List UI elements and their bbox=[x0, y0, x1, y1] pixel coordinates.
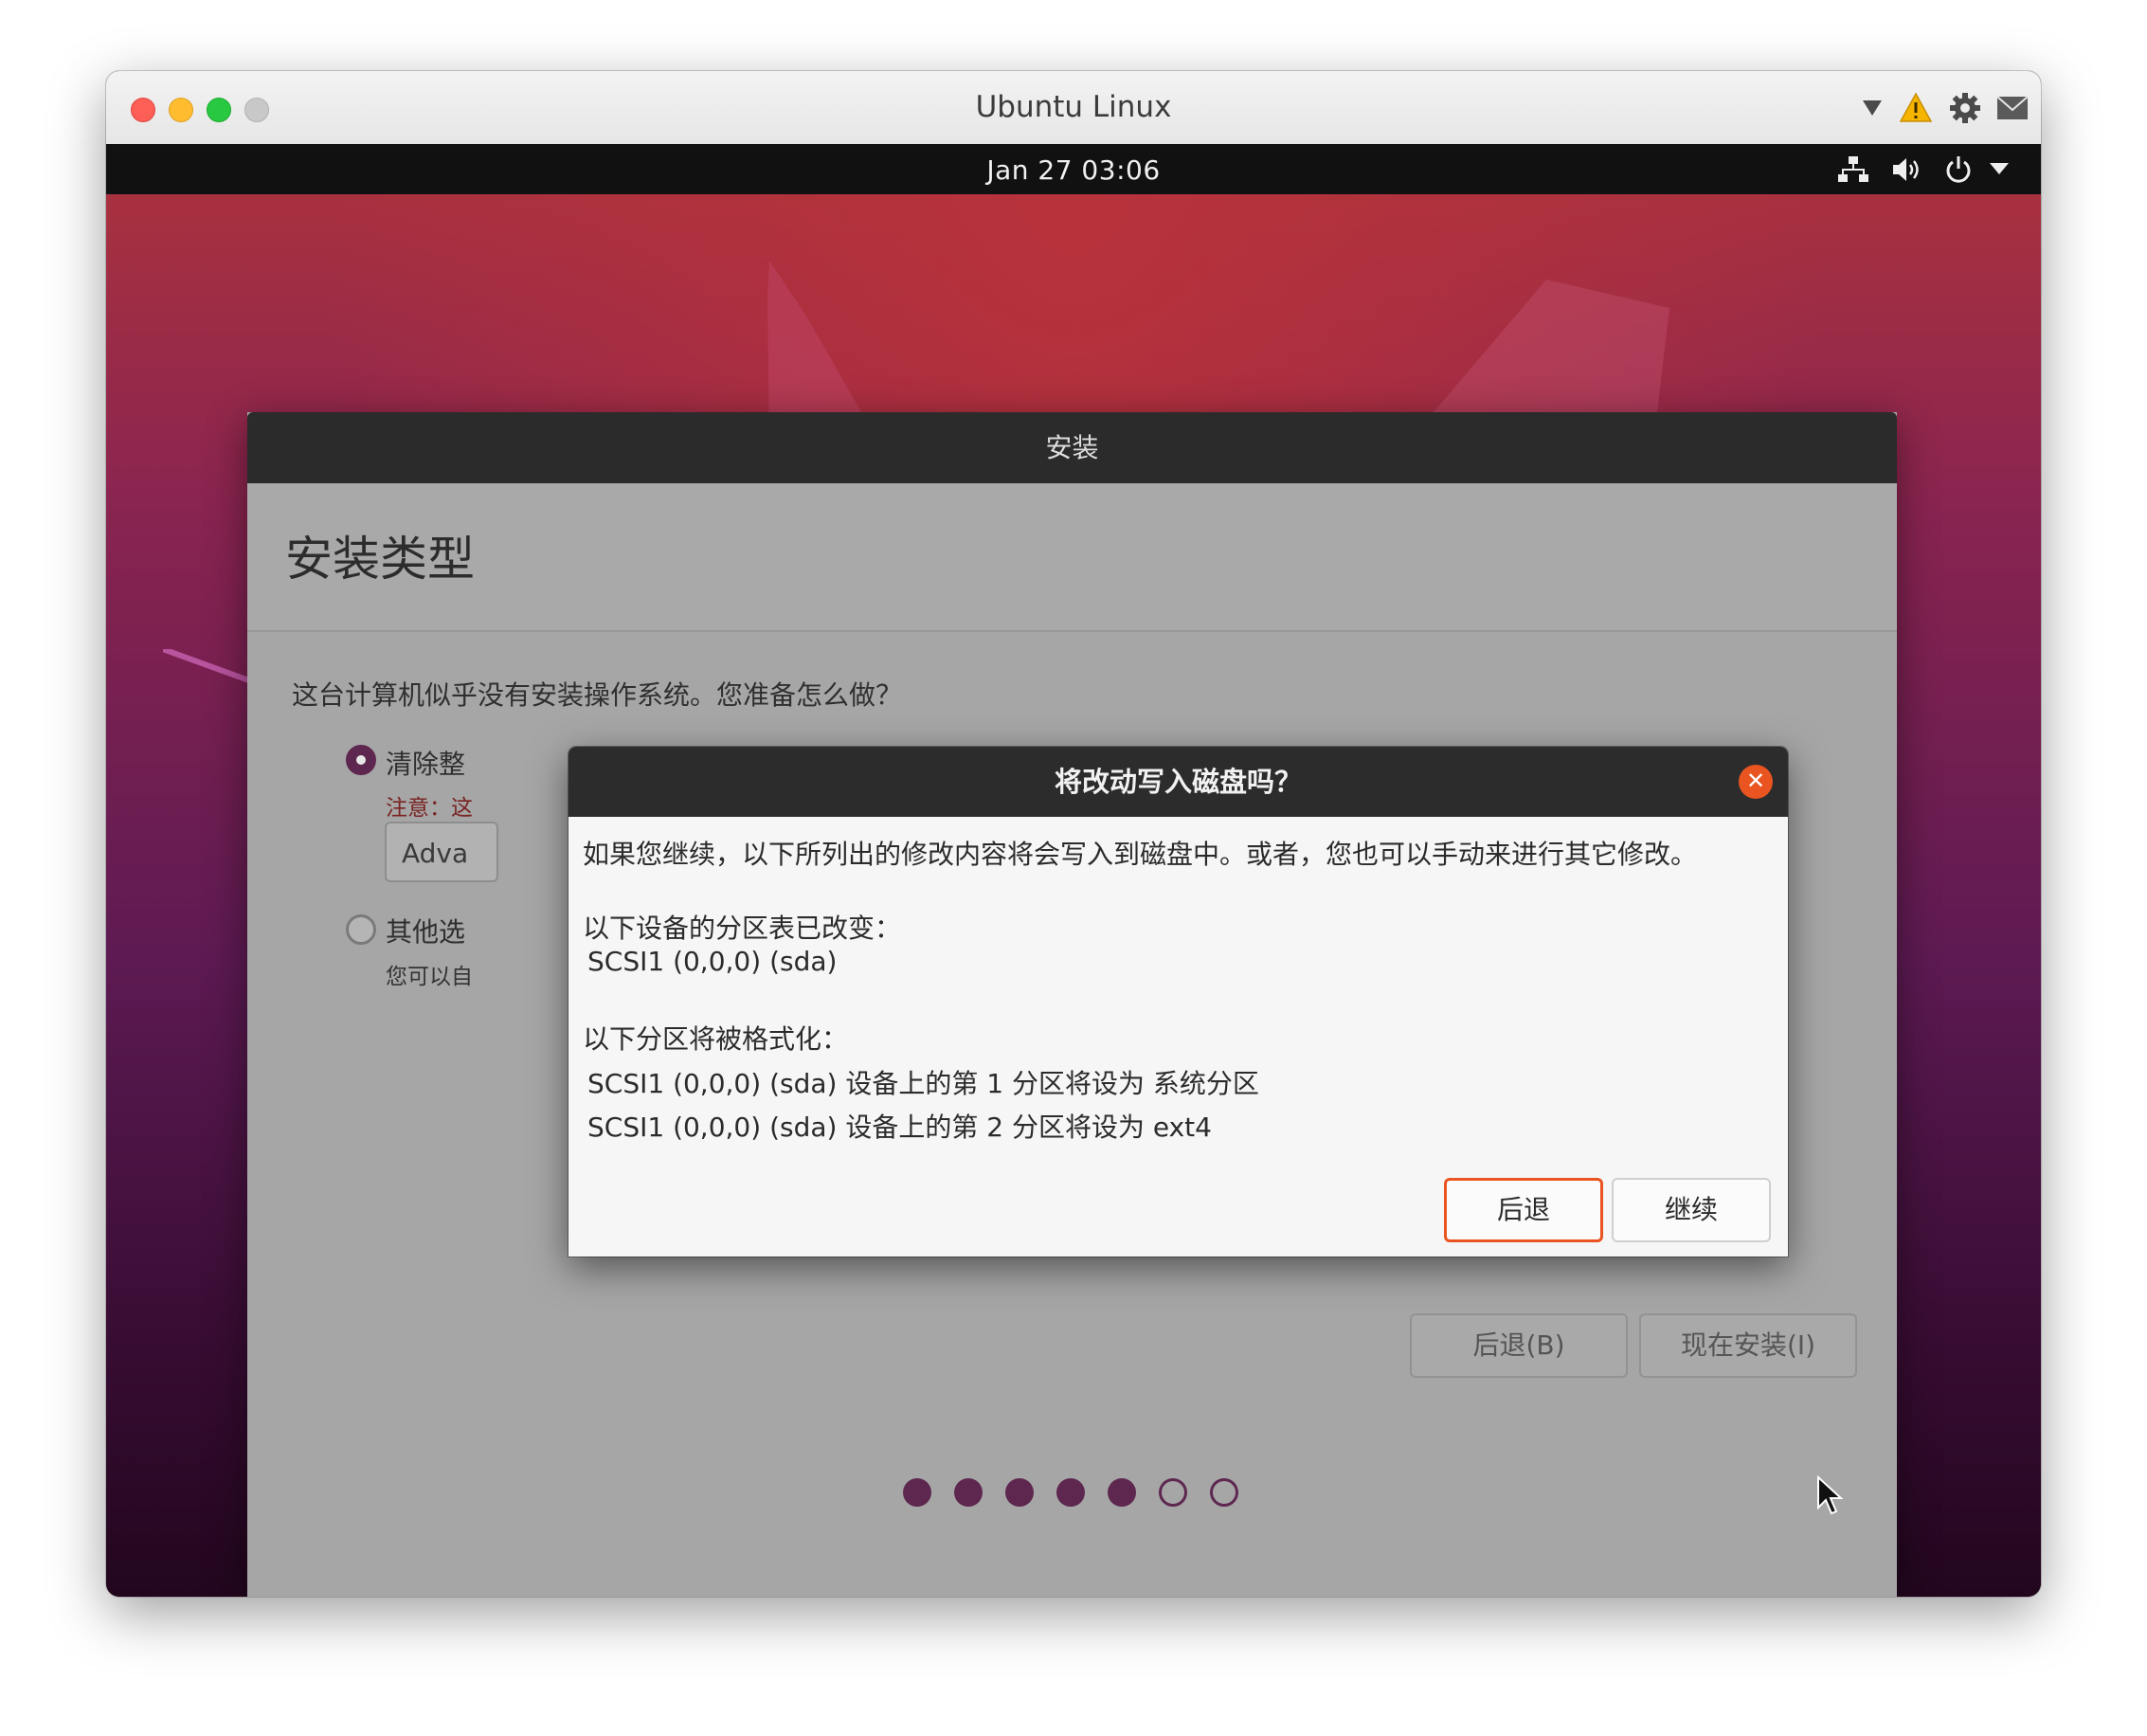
dialog-title: 将改动写入磁盘吗？ bbox=[568, 747, 1788, 817]
vm-window: Ubuntu Linux Jan 27 03:06 安装 安装类型 这台计算机似… bbox=[106, 71, 2041, 1597]
close-icon: ✕ bbox=[1745, 768, 1766, 794]
installer-header: 安装 bbox=[247, 412, 1897, 483]
progress-dot-completed bbox=[903, 1478, 931, 1507]
progress-dot-completed bbox=[1056, 1478, 1085, 1507]
advanced-features-button[interactable]: Adva bbox=[385, 822, 498, 882]
mail-icon[interactable] bbox=[1996, 96, 2029, 120]
chevron-down-icon[interactable] bbox=[1990, 163, 2009, 176]
dropdown-arrow-icon[interactable] bbox=[1862, 99, 1883, 117]
radio-something-else[interactable] bbox=[346, 914, 376, 945]
install-now-button[interactable]: 现在安装(I) bbox=[1639, 1313, 1857, 1378]
progress-dot-completed bbox=[1108, 1478, 1136, 1507]
clock[interactable]: Jan 27 03:06 bbox=[106, 154, 2041, 186]
dialog-continue-button[interactable]: 继续 bbox=[1612, 1178, 1771, 1242]
mouse-cursor-icon bbox=[1817, 1475, 1844, 1515]
option-erase-disk-label[interactable]: 清除整 bbox=[386, 744, 465, 782]
progress-dot-completed bbox=[1005, 1478, 1034, 1507]
option-something-else-label[interactable]: 其他选 bbox=[386, 912, 465, 949]
format-item: SCSI1 (0,0,0) (sda) 设备上的第 1 分区将设为 系统分区 bbox=[587, 1068, 1259, 1099]
write-changes-dialog: 将改动写入磁盘吗？ ✕ 如果您继续，以下所列出的修改内容将会写入到磁盘中。或者，… bbox=[568, 747, 1788, 1257]
install-question: 这台计算机似乎没有安装操作系统。您准备怎么做？ bbox=[292, 679, 903, 711]
format-item: SCSI1 (0,0,0) (sda) 设备上的第 2 分区将设为 ext4 bbox=[587, 1112, 1212, 1143]
ubuntu-top-panel: Jan 27 03:06 bbox=[106, 144, 2041, 194]
format-heading: 以下分区将被格式化： bbox=[583, 1023, 849, 1055]
progress-dot-pending bbox=[1210, 1478, 1238, 1507]
vm-titlebar: Ubuntu Linux bbox=[106, 71, 2041, 145]
dialog-back-button[interactable]: 后退 bbox=[1444, 1178, 1603, 1242]
dialog-close-button[interactable]: ✕ bbox=[1739, 765, 1773, 799]
power-icon[interactable] bbox=[1944, 155, 1973, 184]
partition-table-heading: 以下设备的分区表已改变： bbox=[583, 913, 902, 944]
option-something-else-desc: 您可以自 bbox=[386, 965, 473, 989]
option-erase-disk-note: 注意：这 bbox=[386, 796, 473, 821]
progress-dot-completed bbox=[954, 1478, 983, 1507]
installer-title-area: 安装类型 bbox=[247, 483, 1897, 632]
partition-table-device: SCSI1 (0,0,0) (sda) bbox=[587, 946, 838, 977]
window-title: Ubuntu Linux bbox=[975, 90, 1172, 124]
network-icon[interactable] bbox=[1838, 155, 1868, 184]
radio-erase-disk[interactable] bbox=[346, 745, 376, 775]
progress-dot-pending bbox=[1159, 1478, 1187, 1507]
back-button[interactable]: 后退(B) bbox=[1410, 1313, 1628, 1378]
gear-icon[interactable] bbox=[1949, 92, 1981, 124]
volume-icon[interactable] bbox=[1891, 155, 1923, 184]
dialog-intro-text: 如果您继续，以下所列出的修改内容将会写入到磁盘中。或者，您也可以手动来进行其它修… bbox=[583, 839, 1698, 870]
warning-icon[interactable] bbox=[1900, 92, 1932, 122]
page-title: 安装类型 bbox=[285, 532, 475, 587]
